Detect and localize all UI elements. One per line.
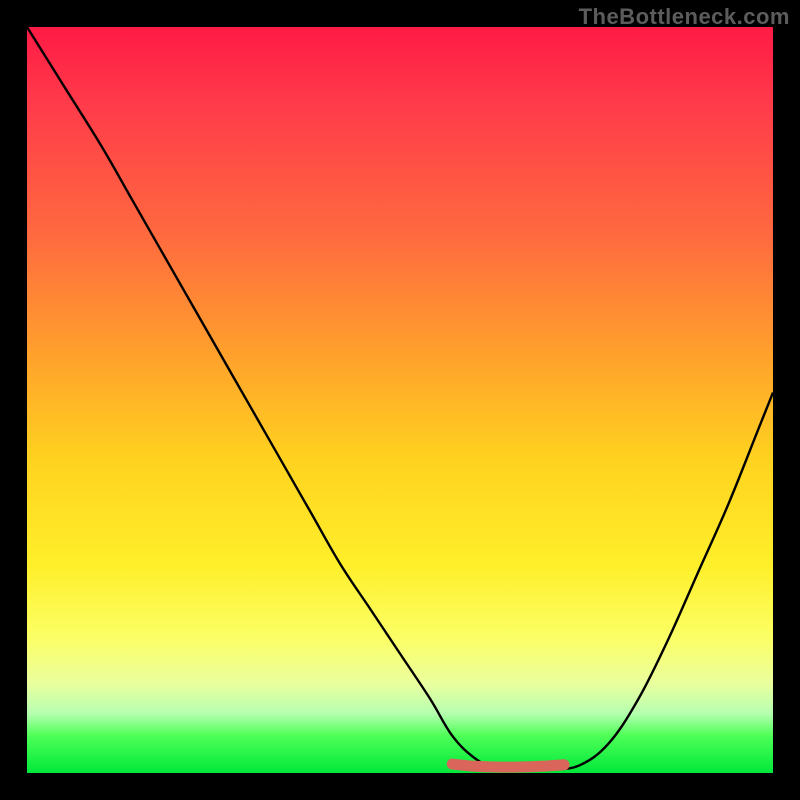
highlight-band	[452, 764, 564, 767]
plot-area	[27, 27, 773, 773]
chart-frame: TheBottleneck.com	[0, 0, 800, 800]
bottleneck-curve	[27, 27, 773, 770]
watermark-text: TheBottleneck.com	[579, 4, 790, 30]
curve-layer	[27, 27, 773, 773]
